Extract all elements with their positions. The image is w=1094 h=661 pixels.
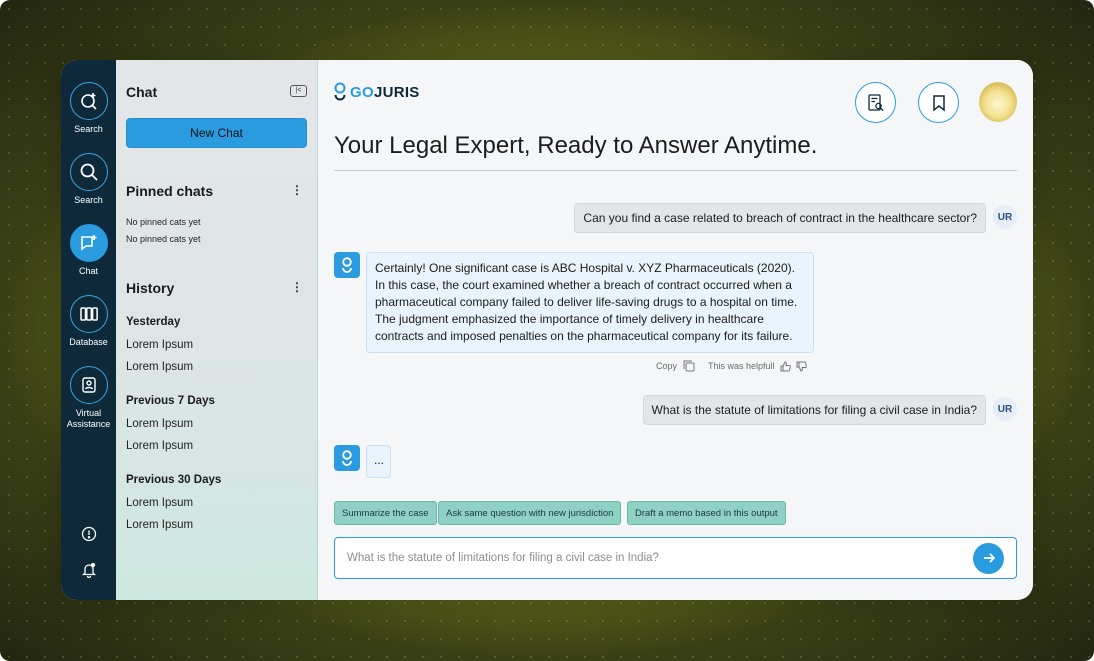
rail-item-chat[interactable]: Chat — [61, 224, 116, 277]
history-title: History — [126, 280, 175, 296]
copy-icon[interactable] — [682, 360, 695, 372]
history-group-label: Previous 7 Days — [126, 395, 215, 407]
bot-message: Certainly! One significant case is ABC H… — [366, 252, 814, 353]
rail-item-virtual-assistance[interactable]: Virtual Assistance — [61, 366, 116, 430]
info-button[interactable] — [61, 526, 116, 542]
gojuris-bot-icon — [342, 450, 352, 466]
rail-label: Search — [74, 124, 103, 134]
gojuris-bot-icon — [342, 257, 352, 273]
message-feedback-bar: Copy This was helpfull — [656, 360, 807, 372]
divider — [334, 170, 1017, 171]
notifications-button[interactable] — [61, 562, 116, 578]
message-composer — [334, 537, 1017, 579]
pinned-chats-title: Pinned chats — [126, 183, 214, 199]
document-search-icon — [867, 93, 883, 111]
bookmark-icon — [932, 94, 945, 112]
document-search-button[interactable] — [855, 82, 896, 123]
logo-juris: JURIS — [373, 83, 420, 101]
bot-typing-indicator: ... — [366, 445, 391, 478]
rail-label: Search — [74, 195, 103, 205]
new-search-icon — [69, 82, 108, 120]
bot-avatar — [334, 252, 360, 278]
chat-icon — [69, 224, 108, 262]
user-message: Can you find a case related to breach of… — [574, 203, 986, 233]
collapse-sidebar-icon[interactable]: |< — [290, 85, 307, 97]
assistant-icon — [69, 366, 108, 404]
bell-icon — [81, 562, 96, 578]
page-heading: Your Legal Expert, Ready to Answer Anyti… — [334, 132, 818, 159]
new-chat-button[interactable]: New Chat — [126, 118, 307, 148]
user-initials-avatar: UR — [993, 397, 1017, 421]
history-item[interactable]: Lorem Ipsum — [126, 361, 193, 373]
suggestion-chip-draft-memo[interactable]: Draft a memo based in this output — [627, 501, 786, 525]
suggestion-chip-new-jurisdiction[interactable]: Ask same question with new jurisdiction — [438, 501, 622, 525]
gojuris-logo-icon — [334, 82, 346, 101]
helpful-label: This was helpfull — [708, 361, 775, 371]
send-button[interactable] — [973, 542, 1004, 574]
chat-sidebar: Chat |< New Chat Pinned chats ⋮ No pinne… — [116, 60, 318, 600]
rail-label: Virtual Assistance — [66, 408, 111, 429]
pinned-empty-text: No pinned cats yet — [126, 217, 201, 227]
rail-item-database[interactable]: Database — [61, 295, 116, 348]
arrow-right-icon — [983, 553, 995, 563]
rail-item-new-search[interactable]: Search — [61, 82, 116, 135]
pinned-menu-icon[interactable]: ⋮ — [291, 184, 303, 196]
sidebar-title: Chat — [126, 84, 158, 100]
copy-label: Copy — [656, 361, 678, 371]
history-item[interactable]: Lorem Ipsum — [126, 497, 193, 509]
history-group-label: Previous 30 Days — [126, 474, 222, 486]
pinned-empty-text: No pinned cats yet — [126, 234, 201, 244]
message-input[interactable] — [347, 552, 973, 564]
suggestion-chip-summarize[interactable]: Summarize the case — [334, 501, 437, 525]
chat-main: GOJURIS Your Legal Expert, Ready to Answ… — [318, 60, 1033, 600]
history-item[interactable]: Lorem Ipsum — [126, 418, 193, 430]
history-item[interactable]: Lorem Ipsum — [126, 440, 193, 452]
user-avatar[interactable] — [979, 82, 1017, 122]
history-menu-icon[interactable]: ⋮ — [291, 281, 303, 293]
thumbs-up-icon[interactable] — [780, 360, 791, 372]
thumbs-down-icon[interactable] — [796, 361, 807, 372]
history-group-label: Yesterday — [126, 316, 181, 328]
rail-label: Chat — [78, 266, 98, 276]
rail-item-search[interactable]: Search — [61, 153, 116, 206]
icon-rail: Search Search Chat Database Virtual Assi… — [61, 60, 116, 600]
info-icon — [81, 526, 96, 542]
database-icon — [69, 295, 108, 333]
user-message: What is the statute of limitations for f… — [642, 395, 986, 425]
app-window: Search Search Chat Database Virtual Assi… — [61, 60, 1033, 600]
gojuris-logo: GOJURIS — [334, 82, 420, 102]
history-item[interactable]: Lorem Ipsum — [126, 519, 193, 531]
bot-avatar — [334, 445, 360, 471]
bookmark-button[interactable] — [918, 82, 959, 123]
search-icon — [69, 153, 108, 191]
history-item[interactable]: Lorem Ipsum — [126, 339, 193, 351]
logo-go: GO — [350, 83, 374, 101]
rail-label: Database — [69, 337, 108, 347]
user-initials-avatar: UR — [993, 205, 1017, 229]
